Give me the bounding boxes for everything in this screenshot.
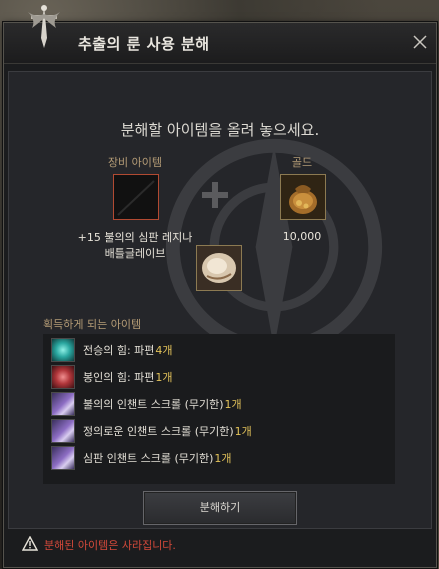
reward-item: 정의로운 인챈트 스크롤 (무기한) 1개 [51,419,252,443]
rewards-title: 획득하게 되는 아이템 [43,318,142,331]
dialog-window: 추출의 룬 사용 분해 분해할 아이템을 올려 놓으세요. 장비 아이템 골드 … [3,22,437,568]
reward-item-name: 정의로운 인챈트 스크롤 (무기한) [83,425,234,438]
window-title: 추출의 룬 사용 분해 [78,35,210,53]
extraction-rune-icon [197,246,241,290]
equipment-item-name-line2: 배틀글레이브 [104,247,166,260]
reward-item-name: 불의의 인챈트 스크롤 (무기한) [83,398,224,411]
scroll-icon [51,446,75,470]
equipment-slot-label: 장비 아이템 [107,156,163,169]
extraction-rune-slot[interactable] [196,245,242,291]
reward-item-count: 1개 [155,371,173,384]
reward-item-count: 1개 [224,398,242,411]
close-icon [413,35,427,49]
equipment-item-name: +15 불의의 심판 레지나 배틀글레이브 [65,230,205,262]
red-shard-icon [51,365,75,389]
battle-glaive-icon [114,175,158,219]
equipment-item-slot[interactable] [113,174,159,220]
instruction-text: 분해할 아이템을 올려 놓으세요. [120,121,320,139]
reward-item-count: 4개 [155,344,173,357]
gold-slot-label: 골드 [291,156,313,169]
content-panel: 분해할 아이템을 올려 놓으세요. 장비 아이템 골드 +15 불의의 심판 레… [8,71,432,529]
equipment-item-name-line1: +15 불의의 심판 레지나 [77,231,193,244]
gold-pouch-icon [281,175,325,219]
reward-item-name: 봉인의 힘: 파편 [83,371,155,384]
close-button[interactable] [410,32,430,52]
reward-item-name: 전승의 힘: 파편 [83,344,155,357]
plus-icon [202,182,228,208]
reward-item: 봉인의 힘: 파편 1개 [51,365,173,389]
reward-item: 전승의 힘: 파편 4개 [51,338,173,362]
gold-slot [280,174,326,220]
reward-list: 전승의 힘: 파편 4개 봉인의 힘: 파편 1개 불의의 인챈트 스크롤 (무… [43,334,395,484]
warning-icon [22,536,38,551]
disassemble-button[interactable]: 분해하기 [143,491,297,525]
reward-item: 불의의 인챈트 스크롤 (무기한) 1개 [51,392,242,416]
scroll-icon [51,392,75,416]
scroll-icon [51,419,75,443]
sword-emblem-icon [28,4,60,48]
reward-item-count: 1개 [234,425,252,438]
reward-item-count: 1개 [214,452,232,465]
warning-text: 분해된 아이템은 사라집니다. [44,539,176,552]
reward-item: 심판 인챈트 스크롤 (무기한) 1개 [51,446,232,470]
reward-item-name: 심판 인챈트 스크롤 (무기한) [83,452,214,465]
teal-shard-icon [51,338,75,362]
gold-amount: 10,000 [282,230,322,243]
